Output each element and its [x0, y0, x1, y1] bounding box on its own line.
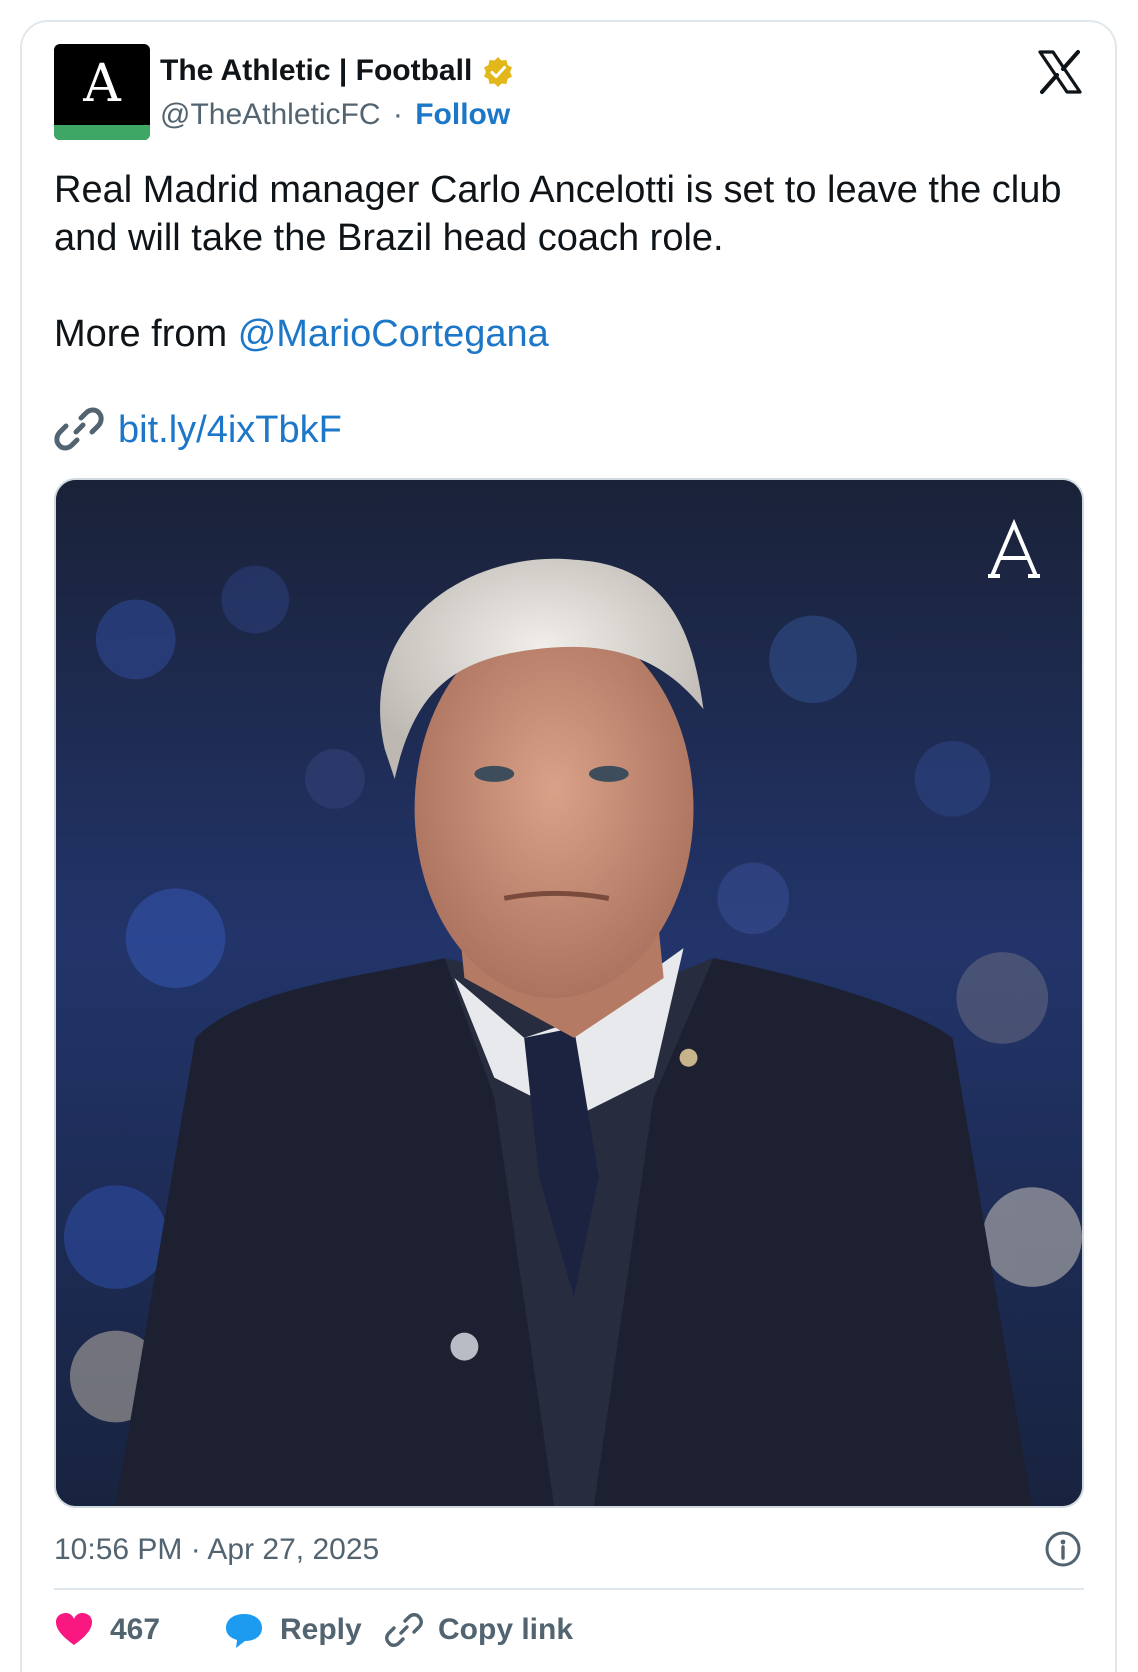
author-name[interactable]: The Athletic | Football	[160, 52, 472, 90]
link-icon	[54, 407, 104, 451]
photo-portrait	[56, 480, 1082, 1506]
tweet-text: Real Madrid manager Carlo Ancelotti is s…	[54, 169, 1062, 259]
handle-row: @TheAthleticFC · Follow	[160, 96, 510, 134]
info-icon[interactable]	[1044, 1530, 1082, 1568]
author-avatar[interactable]: A	[54, 44, 150, 140]
verified-badge-icon	[484, 57, 512, 87]
follow-button[interactable]: Follow	[415, 98, 510, 131]
tweet-image[interactable]	[54, 478, 1084, 1508]
avatar-letter: A	[83, 54, 121, 114]
athletic-watermark-icon	[988, 518, 1040, 578]
copy-link-label: Copy link	[438, 1613, 574, 1646]
reply-label: Reply	[280, 1613, 362, 1646]
author-handle[interactable]: @TheAthleticFC	[160, 98, 381, 131]
copy-link-icon	[385, 1613, 423, 1647]
more-from-line: More from @MarioCortegana	[54, 310, 549, 358]
short-link[interactable]: bit.ly/4ixTbkF	[118, 406, 342, 454]
more-from-prefix: More from	[54, 313, 238, 355]
handle-separator: ·	[392, 98, 403, 131]
reply-bubble-icon	[226, 1614, 262, 1648]
tweet-timestamp[interactable]: 10:56 PM · Apr 27, 2025	[54, 1530, 379, 1570]
heart-icon	[56, 1613, 92, 1645]
x-logo-icon[interactable]	[1036, 48, 1084, 96]
avatar-strip	[54, 125, 150, 140]
actions-divider	[54, 1588, 1084, 1590]
mention-link[interactable]: @MarioCortegana	[238, 313, 549, 355]
like-count: 467	[110, 1613, 161, 1646]
